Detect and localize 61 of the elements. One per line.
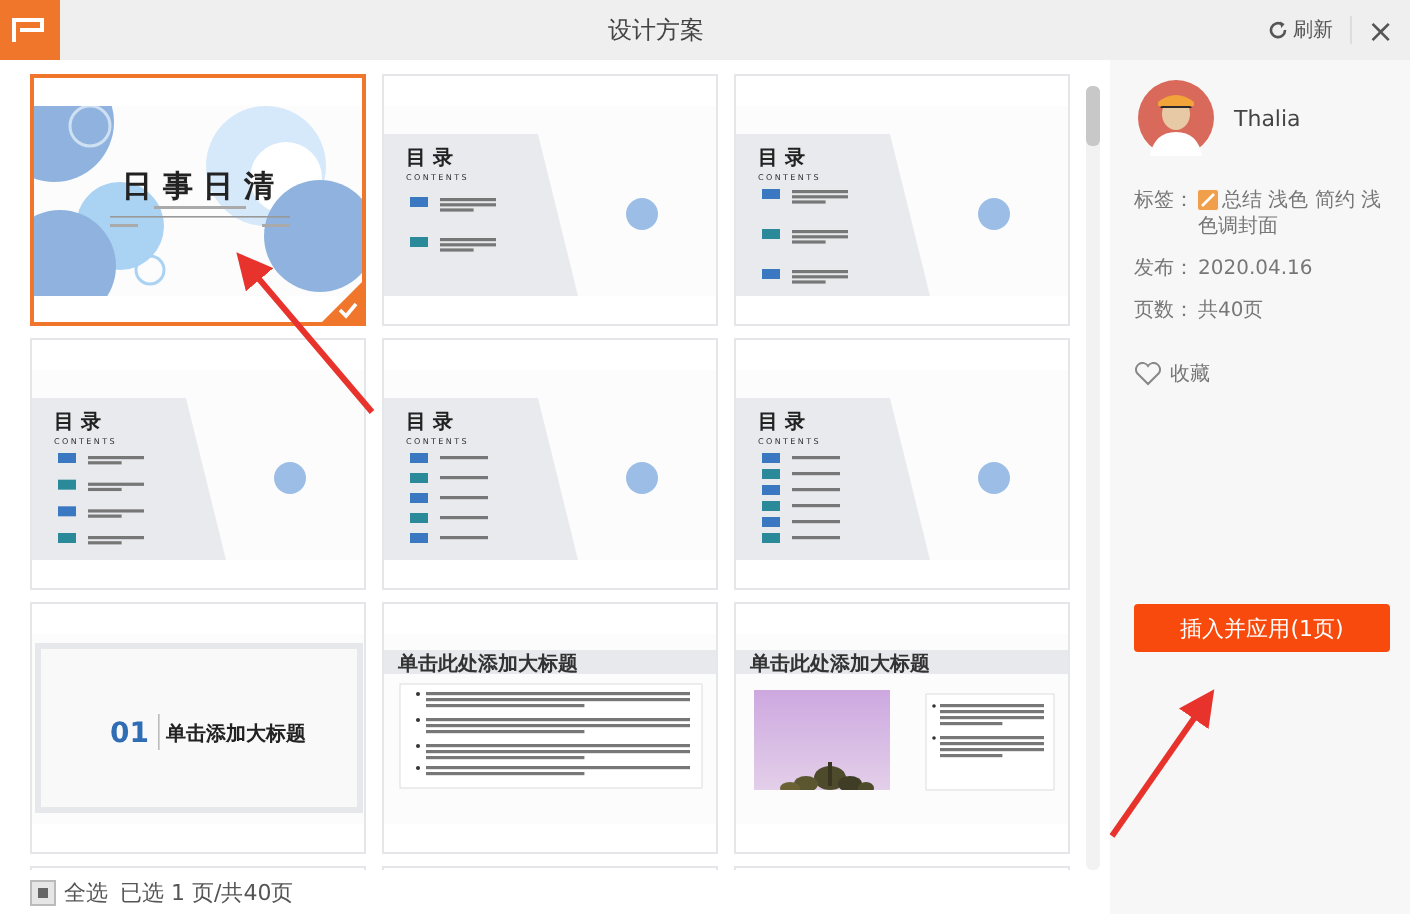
circle-icon bbox=[274, 461, 306, 493]
slide-thumbnail[interactable]: 单击此处添加大标题 bbox=[734, 602, 1070, 854]
favorite-button[interactable]: 收藏 bbox=[1134, 360, 1210, 388]
published-date: 2020.04.16 bbox=[1198, 256, 1315, 282]
text-lines bbox=[440, 197, 496, 211]
circle-icon bbox=[978, 461, 1010, 493]
close-button[interactable]: × bbox=[1351, 11, 1410, 49]
check-icon bbox=[322, 282, 362, 322]
text-lines bbox=[792, 503, 840, 507]
text-lines bbox=[440, 475, 488, 479]
published-label: 发布： bbox=[1134, 256, 1196, 282]
slide-title: 目 录 bbox=[406, 411, 453, 433]
slide-title: 目 录 bbox=[54, 411, 101, 433]
pages-label: 页数： bbox=[1134, 298, 1196, 324]
avatar bbox=[1138, 80, 1214, 156]
text-lines bbox=[440, 455, 488, 459]
selection-summary: 已选 1 页/共40页 bbox=[120, 877, 294, 907]
section-title: 单击添加大标题 bbox=[166, 723, 306, 745]
text-lines bbox=[88, 535, 144, 544]
refresh-icon bbox=[1267, 20, 1288, 40]
text-lines bbox=[792, 229, 848, 243]
window-title: 设计方案 bbox=[605, 13, 706, 47]
page-count: 共40页 bbox=[1198, 298, 1266, 324]
insert-apply-button[interactable]: 插入并应用(1页) bbox=[1134, 604, 1390, 652]
text-lines bbox=[440, 237, 496, 251]
text-lines bbox=[88, 481, 144, 491]
scrollbar[interactable] bbox=[1086, 86, 1100, 870]
slide-title: 目 录 bbox=[758, 411, 805, 433]
text-lines bbox=[792, 269, 848, 283]
heart-icon bbox=[1134, 362, 1162, 386]
slide-title: 单击此处添加大标题 bbox=[398, 653, 578, 675]
checkbox-icon bbox=[30, 879, 56, 905]
slide-title: 单击此处添加大标题 bbox=[750, 653, 930, 675]
text-box bbox=[925, 692, 1055, 790]
tags-text: 总结 浅色 简约 浅色调封面 bbox=[1198, 188, 1384, 240]
section-number: 01 bbox=[110, 717, 149, 749]
circle-icon bbox=[626, 461, 658, 493]
text-lines bbox=[792, 487, 840, 491]
text-lines bbox=[440, 535, 488, 539]
circle-icon bbox=[978, 197, 1010, 229]
text-lines bbox=[440, 515, 488, 519]
tags-label: 标签： bbox=[1134, 188, 1196, 216]
tag-icon bbox=[1198, 190, 1218, 210]
text-lines bbox=[792, 519, 840, 523]
slide-thumbnail[interactable]: 日 事 日 清 bbox=[30, 74, 366, 326]
text-lines bbox=[88, 508, 144, 517]
slide-title: 目 录 bbox=[758, 147, 805, 169]
text-lines bbox=[88, 455, 144, 464]
text-lines bbox=[792, 535, 840, 539]
text-lines bbox=[440, 495, 488, 499]
refresh-button[interactable]: 刷新 bbox=[1251, 16, 1350, 44]
text-lines bbox=[792, 471, 840, 475]
author-name: Thalia bbox=[1234, 105, 1301, 131]
circle-icon bbox=[626, 197, 658, 229]
slide-thumbnail[interactable]: 单击此处添加大标题 bbox=[382, 602, 718, 854]
slide-title: 目 录 bbox=[406, 147, 453, 169]
text-lines bbox=[792, 455, 840, 459]
select-all-checkbox[interactable]: 全选 bbox=[30, 877, 108, 907]
slide-title: 日 事 日 清 bbox=[122, 167, 274, 203]
text-lines bbox=[792, 189, 848, 203]
slide-thumbnail[interactable]: 01 单击添加大标题 bbox=[30, 602, 366, 854]
